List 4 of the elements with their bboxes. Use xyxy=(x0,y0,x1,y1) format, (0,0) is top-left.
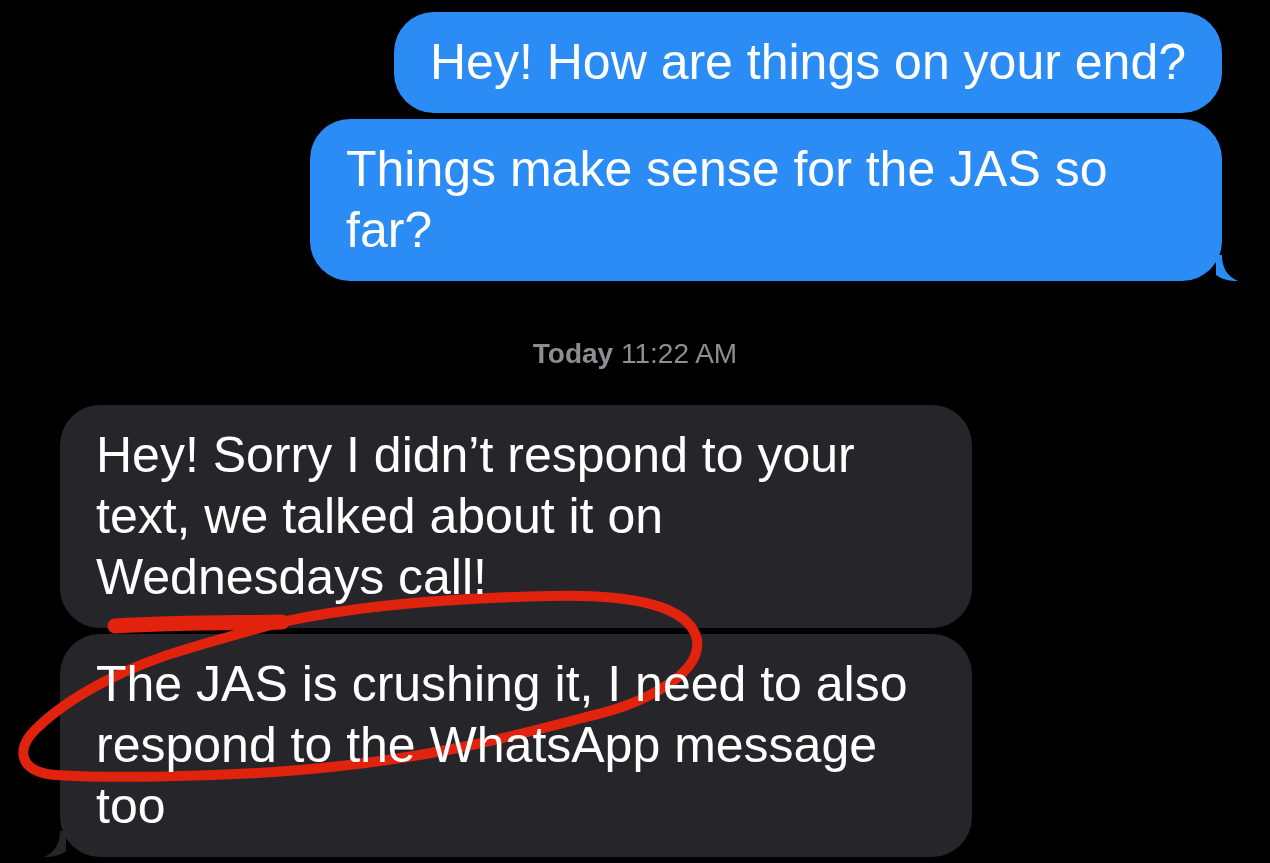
message-bubble: Hey! How are things on your end? xyxy=(394,12,1222,113)
timestamp: Today 11:22 AM xyxy=(532,337,738,371)
message-bubble: Things make sense for the JAS so far? xyxy=(310,119,1222,281)
message-bubble: Hey! Sorry I didn’t respond to your text, we talked about it on Wednesdays call! xyxy=(60,405,972,628)
